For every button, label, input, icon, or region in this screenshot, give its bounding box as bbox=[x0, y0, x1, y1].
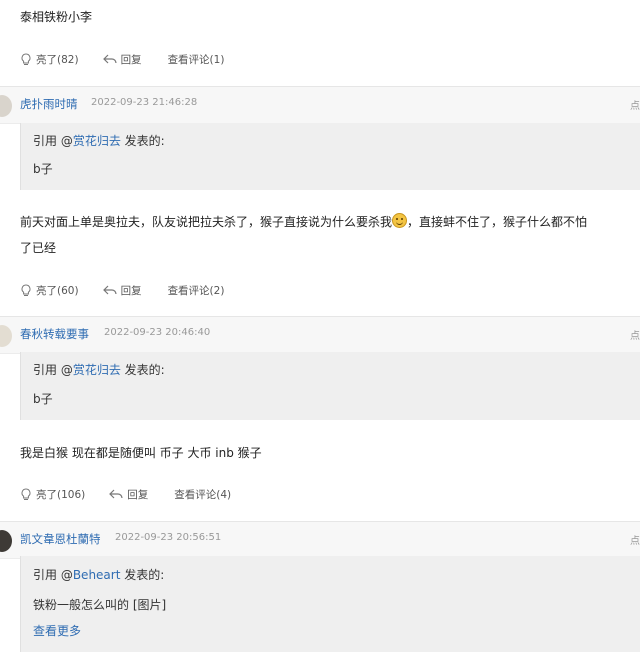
view-more-link[interactable]: 查看更多 bbox=[33, 622, 81, 639]
post-time: 2022-09-23 21:46:28 bbox=[91, 97, 198, 108]
reply-label: 回复 bbox=[120, 53, 142, 66]
reply-button[interactable]: 回复 bbox=[102, 52, 142, 67]
light-up-link[interactable]: 点亮 bbox=[630, 327, 640, 342]
post-time: 2022-09-23 20:56:51 bbox=[115, 532, 222, 543]
reply-button[interactable]: 回复 bbox=[102, 283, 142, 298]
view-comments-label: 查看评论(1) bbox=[167, 53, 225, 66]
reply-icon bbox=[109, 489, 123, 499]
view-comments-label: 查看评论(2) bbox=[167, 284, 225, 297]
quote-text: 铁粉一般怎么叫的 [图片] bbox=[33, 598, 167, 612]
quote-suffix: 发表的: bbox=[120, 134, 165, 148]
avatar[interactable] bbox=[0, 530, 12, 552]
view-comments-label: 查看评论(4) bbox=[174, 488, 232, 501]
post-actions: 亮了(106) 回复 查看评论(4) bbox=[20, 484, 231, 504]
quote-block: 引用 @赏花归去 发表的: b子 bbox=[20, 352, 640, 420]
quote-prefix: 引用 @ bbox=[33, 568, 73, 582]
like-button[interactable]: 亮了(106) bbox=[20, 487, 85, 502]
view-comments-link[interactable]: 查看评论(4) bbox=[174, 487, 231, 502]
reply-label: 回复 bbox=[127, 488, 149, 501]
post-body-text: ，直接蚌不住了，猴子什么都不怕 bbox=[407, 215, 588, 229]
avatar[interactable] bbox=[0, 95, 12, 117]
lightbulb-icon bbox=[21, 283, 31, 296]
post-time: 2022-09-23 20:46:40 bbox=[104, 327, 211, 338]
quote-text: b子 bbox=[33, 392, 53, 406]
reply-icon bbox=[102, 285, 117, 295]
quote-prefix: 引用 @ bbox=[33, 363, 73, 377]
post-body-text: 前天对面上单是奥拉夫，队友说把拉夫杀了，猴子直接说为什么要杀我 bbox=[20, 215, 393, 229]
quote-prefix: 引用 @ bbox=[33, 134, 73, 148]
username[interactable]: 春秋转载要事 bbox=[20, 326, 89, 342]
reply-button[interactable]: 回复 bbox=[109, 487, 148, 502]
post-header: 春秋转载要事 2022-09-23 20:46:40 点亮 bbox=[0, 316, 640, 354]
post-body-text: 了已经 bbox=[20, 241, 57, 255]
quoted-user-link[interactable]: 赏花归去 bbox=[73, 134, 121, 148]
like-label: 亮了(60) bbox=[36, 284, 79, 297]
avatar[interactable] bbox=[0, 325, 12, 347]
like-button[interactable]: 亮了(60) bbox=[20, 283, 79, 298]
quote-block: 引用 @赏花归去 发表的: b子 bbox=[20, 123, 640, 190]
username[interactable]: 凯文韋恩杜蘭特 bbox=[20, 531, 101, 547]
username[interactable]: 虎扑雨时晴 bbox=[20, 96, 78, 112]
lightbulb-icon bbox=[21, 487, 31, 500]
quoted-user-link[interactable]: 赏花归去 bbox=[73, 363, 121, 377]
quote-header: 引用 @赏花归去 发表的: bbox=[33, 132, 165, 149]
quote-header: 引用 @Beheart 发表的: bbox=[33, 566, 164, 583]
post-body: 前天对面上单是奥拉夫，队友说把拉夫杀了，猴子直接说为什么要杀我 ，直接蚌不住了，猴… bbox=[20, 209, 620, 261]
like-label: 亮了(82) bbox=[36, 53, 79, 66]
quote-suffix: 发表的: bbox=[120, 363, 165, 377]
post-actions: 亮了(82) 回复 查看评论(1) bbox=[20, 49, 224, 69]
post-header: 凯文韋恩杜蘭特 2022-09-23 20:56:51 点亮 bbox=[0, 521, 640, 559]
post-body: 我是白猴 现在都是随便叫 币子 大币 inb 猴子 bbox=[20, 446, 262, 460]
view-comments-link[interactable]: 查看评论(1) bbox=[168, 52, 225, 67]
quote-text: b子 bbox=[33, 162, 53, 176]
reply-icon bbox=[102, 54, 117, 64]
smile-emoji-icon bbox=[392, 213, 408, 228]
view-comments-link[interactable]: 查看评论(2) bbox=[168, 283, 225, 298]
like-button[interactable]: 亮了(82) bbox=[20, 52, 79, 67]
quoted-user-link[interactable]: Beheart bbox=[73, 568, 121, 582]
quote-header: 引用 @赏花归去 发表的: bbox=[33, 361, 165, 378]
light-up-link[interactable]: 点亮 bbox=[630, 97, 640, 112]
like-label: 亮了(106) bbox=[36, 488, 86, 501]
lightbulb-icon bbox=[21, 52, 31, 65]
reply-label: 回复 bbox=[120, 284, 142, 297]
quote-suffix: 发表的: bbox=[120, 568, 165, 582]
post-header: 虎扑雨时晴 2022-09-23 21:46:28 点亮 bbox=[0, 86, 640, 124]
post-actions: 亮了(60) 回复 查看评论(2) bbox=[20, 280, 224, 300]
post-body: 泰相铁粉小李 bbox=[20, 10, 93, 24]
quote-block: 引用 @Beheart 发表的: 铁粉一般怎么叫的 [图片] 查看更多 bbox=[20, 556, 640, 652]
light-up-link[interactable]: 点亮 bbox=[630, 532, 640, 547]
